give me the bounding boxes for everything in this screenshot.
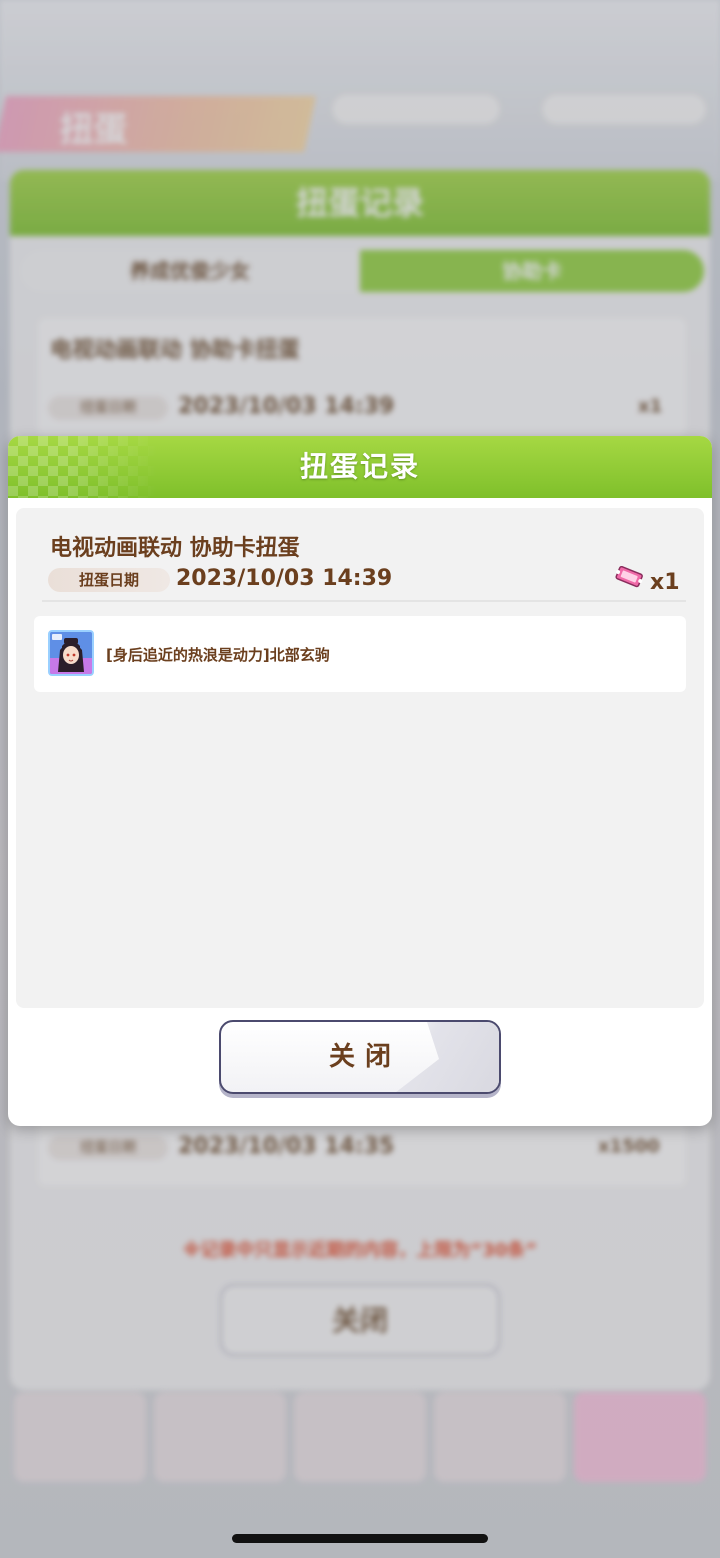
dialog-header: 扭蛋记录 bbox=[8, 436, 712, 498]
ticket-count: x1 bbox=[650, 570, 680, 595]
divider bbox=[42, 600, 686, 602]
close-button[interactable]: 关闭 bbox=[219, 1020, 501, 1094]
gacha-record-detail-dialog: 扭蛋记录 电视动画联动 协助卡扭蛋 扭蛋日期 2023/10/03 14:39 … bbox=[8, 436, 712, 1126]
home-indicator[interactable] bbox=[232, 1534, 488, 1543]
record-title: 电视动画联动 协助卡扭蛋 bbox=[50, 536, 300, 561]
support-card-thumbnail bbox=[48, 630, 94, 676]
character-portrait-icon bbox=[50, 632, 92, 674]
close-button-label: 关闭 bbox=[328, 1042, 401, 1072]
date-label: 扭蛋日期 bbox=[48, 568, 170, 592]
date-value: 2023/10/03 14:39 bbox=[176, 566, 393, 591]
item-name: [身后追近的热浪是动力]北部玄驹 bbox=[106, 646, 330, 664]
dialog-title: 扭蛋记录 bbox=[299, 450, 420, 483]
ticket-icon bbox=[615, 566, 643, 588]
dialog-body: 电视动画联动 协助卡扭蛋 扭蛋日期 2023/10/03 14:39 x1 [身… bbox=[16, 508, 704, 1008]
list-item[interactable]: [身后追近的热浪是动力]北部玄驹 bbox=[34, 616, 686, 692]
